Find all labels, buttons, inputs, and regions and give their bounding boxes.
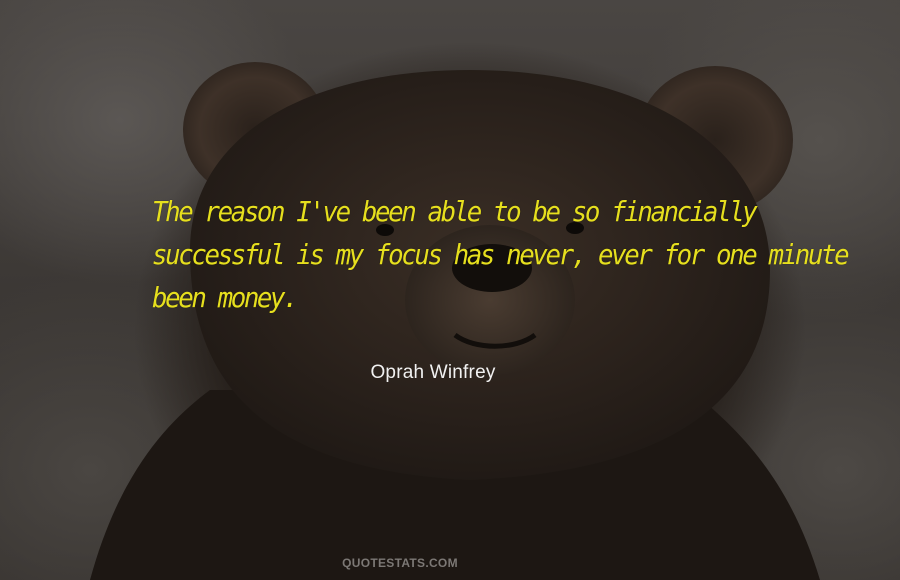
quote-line-3: been money. — [152, 281, 299, 314]
quote-card: The reason I've been able to be so finan… — [0, 0, 900, 580]
quote-author: Oprah Winfrey — [370, 362, 496, 383]
site-watermark: QUOTESTATS.COM — [342, 556, 458, 570]
quote-line-1: The reason I've been able to be so finan… — [152, 195, 758, 228]
quote-text: The reason I've been able to be so finan… — [152, 190, 850, 319]
quote-line-2: successful is my focus has never, ever f… — [152, 238, 850, 271]
